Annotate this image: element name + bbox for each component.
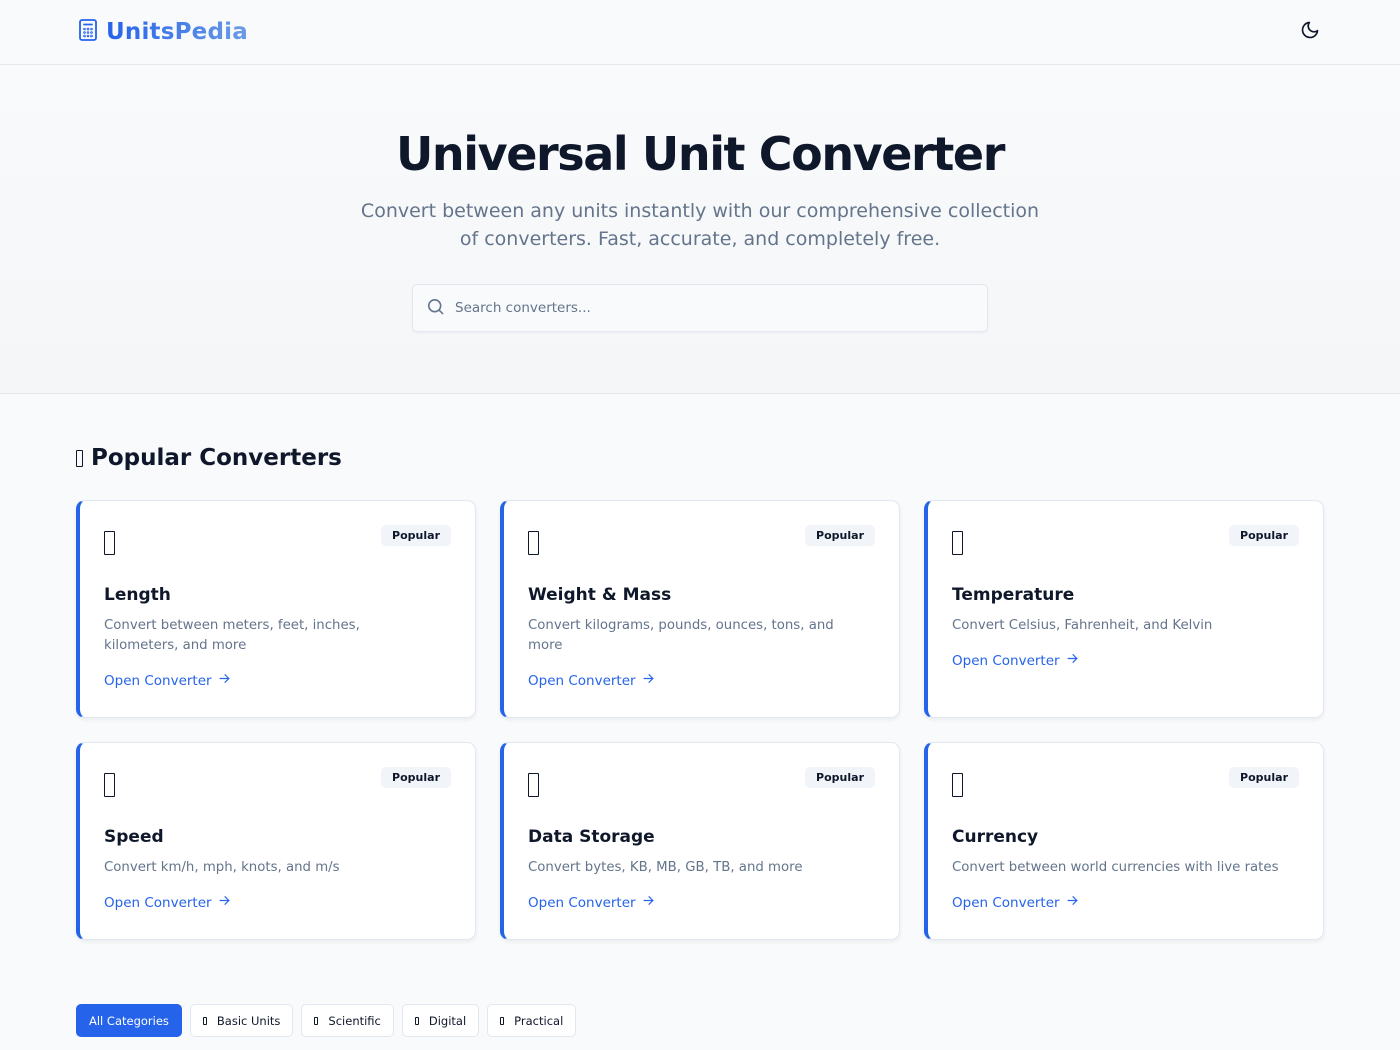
missing-glyph-icon [414, 1016, 419, 1025]
logo-text: UnitsPedia [106, 19, 248, 45]
card-description: Convert kilograms, pounds, ounces, tons,… [528, 618, 834, 653]
popular-badge: Popular [805, 767, 875, 788]
missing-glyph-icon [500, 1016, 505, 1025]
section-title: Popular Converters [91, 445, 342, 471]
missing-glyph-icon [528, 773, 539, 797]
section-heading: Popular Converters [76, 444, 1324, 472]
arrow-right-icon [1066, 652, 1079, 669]
arrow-right-icon [642, 672, 655, 689]
converter-card-currency[interactable]: Popular Currency Convert between world c… [924, 742, 1324, 940]
calculator-icon [78, 19, 98, 45]
arrow-right-icon [642, 894, 655, 911]
missing-glyph-icon [952, 773, 963, 797]
converter-card-length[interactable]: Popular Length Convert between meters, f… [76, 500, 476, 718]
filter-practical[interactable]: Practical [487, 1004, 577, 1037]
missing-glyph-icon [104, 531, 115, 555]
filter-all-categories[interactable]: All Categories [76, 1004, 182, 1037]
filter-label: Basic Units [216, 1013, 281, 1028]
arrow-right-icon [1066, 894, 1079, 911]
missing-glyph-icon [952, 531, 963, 555]
site-header: UnitsPedia [0, 0, 1400, 65]
filter-label: All Categories [89, 1013, 169, 1028]
filter-scientific[interactable]: Scientific [301, 1004, 394, 1037]
hero-section: Universal Unit Converter Convert between… [0, 65, 1400, 394]
arrow-right-icon [218, 672, 231, 689]
page-title: Universal Unit Converter [395, 127, 1005, 181]
missing-glyph-icon [528, 531, 539, 555]
card-title: Length [104, 585, 171, 605]
logo[interactable]: UnitsPedia [78, 19, 248, 45]
card-title: Data Storage [528, 827, 655, 847]
moon-icon [1300, 20, 1320, 44]
card-title: Currency [952, 827, 1039, 847]
link-label: Open Converter [528, 672, 636, 689]
search-icon [426, 297, 445, 320]
missing-glyph-icon [202, 1016, 207, 1025]
converter-grid: Popular Length Convert between meters, f… [76, 500, 1324, 940]
card-description: Convert bytes, KB, MB, GB, TB, and more [528, 860, 803, 875]
link-label: Open Converter [952, 652, 1060, 669]
filter-label: Digital [428, 1013, 467, 1028]
converter-card-speed[interactable]: Popular Speed Convert km/h, mph, knots, … [76, 742, 476, 940]
link-label: Open Converter [952, 894, 1060, 911]
popular-badge: Popular [1229, 767, 1299, 788]
card-title: Temperature [952, 585, 1075, 605]
popular-converters-section: Popular Converters Popular Length Conver… [0, 394, 1400, 1037]
theme-toggle-button[interactable] [1296, 18, 1324, 46]
filter-digital[interactable]: Digital [401, 1004, 480, 1037]
open-converter-link[interactable]: Open Converter [952, 894, 1079, 911]
missing-glyph-icon [104, 773, 115, 797]
category-filters: All Categories Basic Units Scientific Di… [76, 1004, 1324, 1037]
converter-card-temperature[interactable]: Popular Temperature Convert Celsius, Fah… [924, 500, 1324, 718]
card-title: Speed [104, 827, 164, 847]
open-converter-link[interactable]: Open Converter [952, 652, 1079, 669]
missing-glyph-icon [314, 1016, 319, 1025]
open-converter-link[interactable]: Open Converter [528, 672, 655, 689]
open-converter-link[interactable]: Open Converter [104, 894, 231, 911]
hero-subtitle: Convert between any units instantly with… [360, 200, 1040, 250]
link-label: Open Converter [528, 894, 636, 911]
open-converter-link[interactable]: Open Converter [528, 894, 655, 911]
search-bar[interactable] [412, 284, 988, 332]
popular-badge: Popular [1229, 525, 1299, 546]
converter-card-weight-mass[interactable]: Popular Weight & Mass Convert kilograms,… [500, 500, 900, 718]
popular-badge: Popular [381, 525, 451, 546]
card-description: Convert Celsius, Fahrenheit, and Kelvin [952, 618, 1213, 633]
converter-card-data-storage[interactable]: Popular Data Storage Convert bytes, KB, … [500, 742, 900, 940]
search-input[interactable] [455, 300, 955, 316]
popular-badge: Popular [381, 767, 451, 788]
card-description: Convert km/h, mph, knots, and m/s [104, 860, 340, 875]
filter-label: Scientific [328, 1013, 381, 1028]
filter-basic-units[interactable]: Basic Units [189, 1004, 294, 1037]
link-label: Open Converter [104, 894, 212, 911]
card-title: Weight & Mass [528, 585, 672, 605]
card-description: Convert between meters, feet, inches, ki… [104, 618, 360, 653]
open-converter-link[interactable]: Open Converter [104, 672, 231, 689]
popular-badge: Popular [805, 525, 875, 546]
arrow-right-icon [218, 894, 231, 911]
missing-glyph-icon [76, 449, 83, 467]
link-label: Open Converter [104, 672, 212, 689]
filter-label: Practical [514, 1013, 564, 1028]
card-description: Convert between world currencies with li… [952, 860, 1279, 875]
